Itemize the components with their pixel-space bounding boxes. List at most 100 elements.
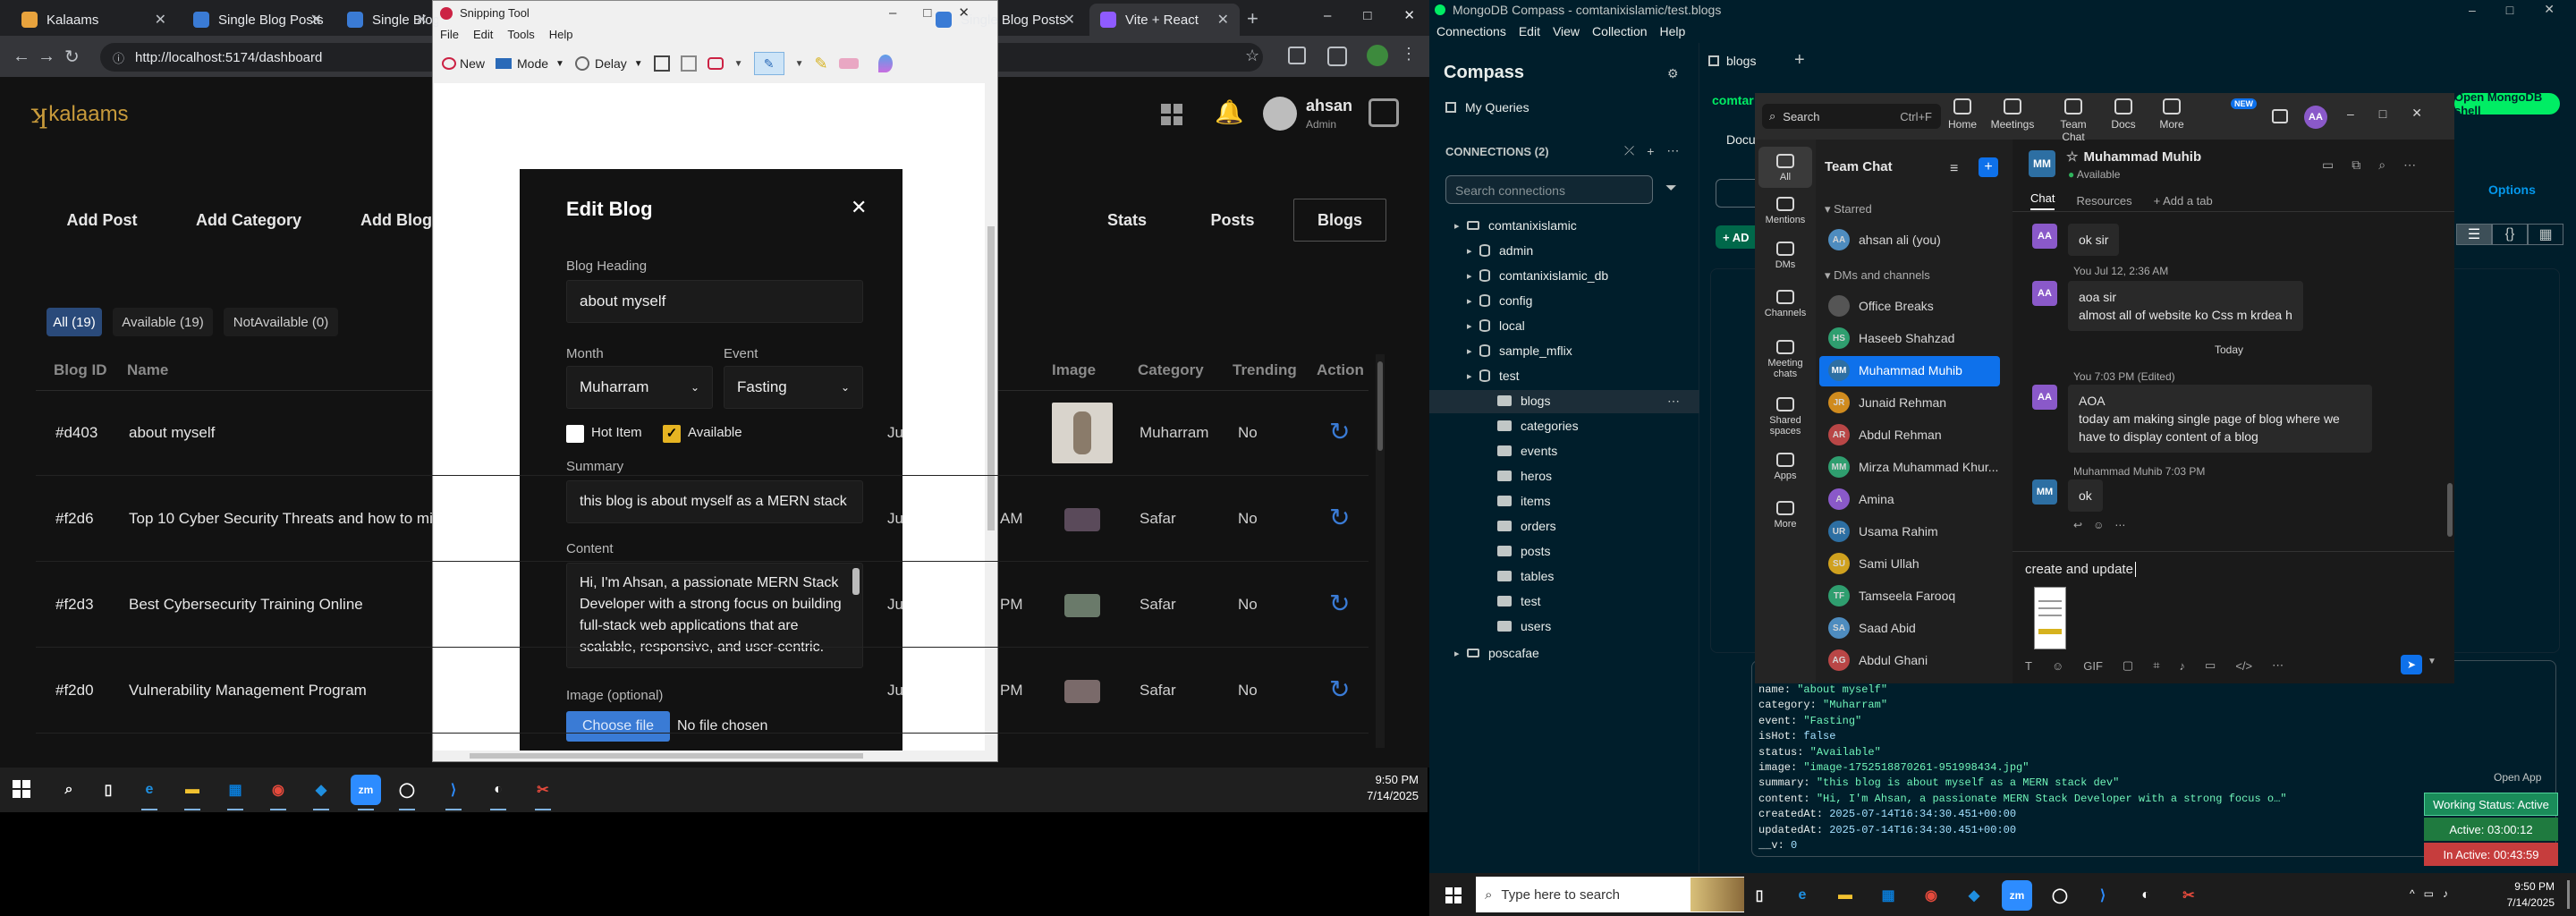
taskbar-store-icon[interactable]: ▦ [220,775,250,805]
user-avatar[interactable] [1263,97,1297,131]
logout-icon[interactable] [1368,98,1399,127]
taskbar-chrome-icon[interactable]: ◉ [263,775,293,805]
brand-logo[interactable]: ʞ kalaams [30,98,129,130]
chat-tab-add[interactable]: + Add a tab [2154,194,2213,208]
document-field[interactable]: summary: "this blog is about myself as a… [1758,776,2119,789]
tree-item[interactable]: events [1485,444,1557,458]
document-field[interactable]: name: "about myself" [1758,683,1887,696]
document-field[interactable]: status: "Available" [1758,746,1881,759]
browser-tab[interactable]: Kalaams ✕ [11,4,177,36]
menu-connections[interactable]: Connections [1436,24,1506,38]
snip-menu-edit[interactable]: Edit [473,28,493,41]
modal-close-icon[interactable]: ✕ [851,196,867,219]
menu-help[interactable]: Help [1660,24,1686,38]
show-desktop[interactable] [2567,880,2570,909]
refresh-action-icon[interactable]: ↻ [1329,589,1350,618]
compass-maximize-button[interactable]: □ [2506,3,2513,17]
save-icon[interactable] [653,55,670,72]
taskbar-search[interactable]: ⌕ Type here to search [1476,877,1744,912]
taskbar-right-edge-icon[interactable]: e [1787,880,1818,911]
snip-menu-tools[interactable]: Tools [507,28,534,41]
taskbar-right-chrome-icon[interactable]: ◉ [1916,880,1946,911]
tree-item[interactable]: ▸ local [1467,318,1525,333]
filter-all[interactable]: All (19) [47,308,102,336]
tab-close-icon[interactable]: ✕ [310,11,322,29]
reply-icon[interactable]: ↩ [2073,519,2082,531]
add-connection-icon[interactable]: + [1647,144,1654,158]
reload-icon[interactable]: ↻ [64,46,80,68]
browser-tab[interactable]: Single Blog Po✕ [336,4,438,36]
attachment-thumbnail[interactable] [2034,587,2066,649]
windows-start-icon[interactable] [1445,887,1462,903]
tree-item[interactable]: orders [1485,519,1556,533]
taskbar-explorer-icon[interactable]: ▬ [177,775,208,805]
browser-tab[interactable]: Vite + React ✕ [1089,4,1240,36]
tree-item[interactable]: ▸ poscafae [1454,646,1539,660]
nav-docs[interactable]: Docs [2098,98,2148,131]
chat-list-item[interactable]: A Amina [1828,485,2007,513]
taskbar-right-github-icon[interactable]: ◯ [2045,880,2075,911]
tree-item[interactable]: blogs [1485,394,1550,408]
tray-chevron-icon[interactable]: ^ [2410,887,2415,900]
taskbar-snip-icon[interactable]: ✂ [528,775,558,805]
close-window-button[interactable]: ✕ [1403,7,1415,23]
send-button[interactable]: ➤ [2401,655,2422,674]
tab-stats[interactable]: Stats [1089,199,1165,242]
snip-mode-button[interactable]: Mode ▼ [496,56,564,71]
pen-icon[interactable]: ✎ [753,52,784,75]
taskbar-right-snip-icon[interactable]: ✂ [2174,880,2204,911]
emoji-react-icon[interactable]: ☺ [2093,519,2104,531]
chat-list-item[interactable]: HS Haseeb Shahzad [1828,324,2007,352]
tree-item[interactable]: posts [1485,544,1550,558]
taskbar-edge-icon[interactable]: e [134,775,165,805]
taskbar-right-app-icon[interactable]: ◆ [1959,880,1989,911]
menu-edit[interactable]: Edit [1519,24,1540,38]
compass-tab-blogs[interactable]: blogs [1708,54,1756,68]
snip-hscroll-thumb[interactable] [470,753,863,759]
volume-icon[interactable]: ♪ [2443,887,2448,900]
browser-tab[interactable]: Single Blog Posts ✕ [182,4,333,36]
chat-scrollbar[interactable] [2447,483,2453,537]
refresh-action-icon[interactable]: ↻ [1329,503,1350,532]
tab-blogs[interactable]: Blogs [1293,199,1386,242]
taskbar-github-icon[interactable]: ◯ [392,775,422,805]
taskbar-search-icon[interactable]: ⌕ [54,775,84,805]
document-field[interactable]: content: "Hi, I'm Ahsan, a passionate ME… [1758,793,2287,805]
compose-input[interactable]: create and update [2025,562,2136,577]
tree-item[interactable]: ▸ sample_mflix [1467,344,1572,358]
refresh-action-icon[interactable]: ↻ [1329,674,1350,704]
taskbar-right-task-view-icon[interactable]: ▯ [1744,880,1775,911]
document-field[interactable]: event: "Fasting" [1758,715,1861,727]
chevron-down-icon[interactable]: ▼ [2428,657,2436,666]
sidepanel-icon[interactable] [1327,47,1347,66]
taskbar-right-vscode-icon[interactable]: ⟩ [2088,880,2118,911]
rail-apps[interactable]: Apps [1755,453,1816,481]
team-close-button[interactable]: ✕ [2411,106,2422,121]
taskbar-right-store-icon[interactable]: ▦ [1873,880,1903,911]
compass-close-button[interactable]: ✕ [2544,2,2555,17]
chat-list-item[interactable]: SU Sami Ullah [1828,549,2007,578]
collapse-icon[interactable]: ⤫ [1624,143,1634,158]
copy-icon[interactable] [680,55,697,72]
tab-close-icon[interactable]: ✕ [416,11,428,29]
document-field[interactable]: image: "image-1752518870261-951998434.jp… [1758,761,2029,774]
screen-share-icon[interactable]: ⧉ [2351,157,2360,173]
paint3d-icon[interactable] [877,55,893,72]
windows-start-icon[interactable] [13,780,30,798]
tree-item[interactable]: test [1485,594,1541,608]
compose-more-icon[interactable]: ⋯ [2272,658,2284,673]
chat-name[interactable]: ☆ Muhammad Muhib [2066,148,2201,165]
team-minimize-button[interactable]: – [2347,106,2354,121]
msg-more-icon[interactable]: ⋯ [2114,519,2125,531]
new-tab-plus-icon[interactable]: + [1794,50,1805,71]
rail-all[interactable]: All [1755,154,1816,182]
filter-not-available[interactable]: NotAvailable (0) [224,308,338,336]
tree-item[interactable]: tables [1485,569,1554,583]
more-icon[interactable]: ⋯ [1666,143,1679,158]
taskbar-right-zoom-icon[interactable]: zm [2002,880,2032,911]
taskbar-app-icon[interactable]: ◆ [306,775,336,805]
tab-add-post[interactable]: Add Post [47,199,157,242]
chat-tab-resources[interactable]: Resources [2076,194,2131,208]
rail-dms[interactable]: DMs [1755,242,1816,270]
chevron-down-icon[interactable]: ▼ [734,59,743,69]
